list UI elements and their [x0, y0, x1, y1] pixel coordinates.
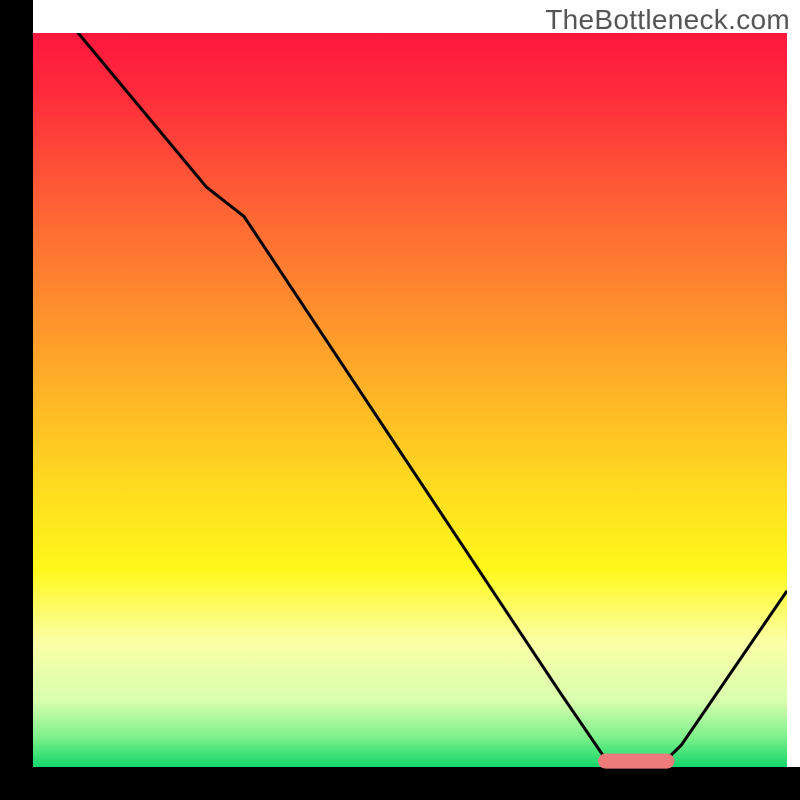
frame-bottom: [0, 767, 800, 800]
optimal-marker: [599, 754, 674, 768]
watermark-text: TheBottleneck.com: [545, 4, 790, 36]
frame-left: [0, 0, 33, 800]
plot-background: [33, 33, 787, 767]
bottleneck-chart: [0, 0, 800, 800]
chart-stage: TheBottleneck.com: [0, 0, 800, 800]
